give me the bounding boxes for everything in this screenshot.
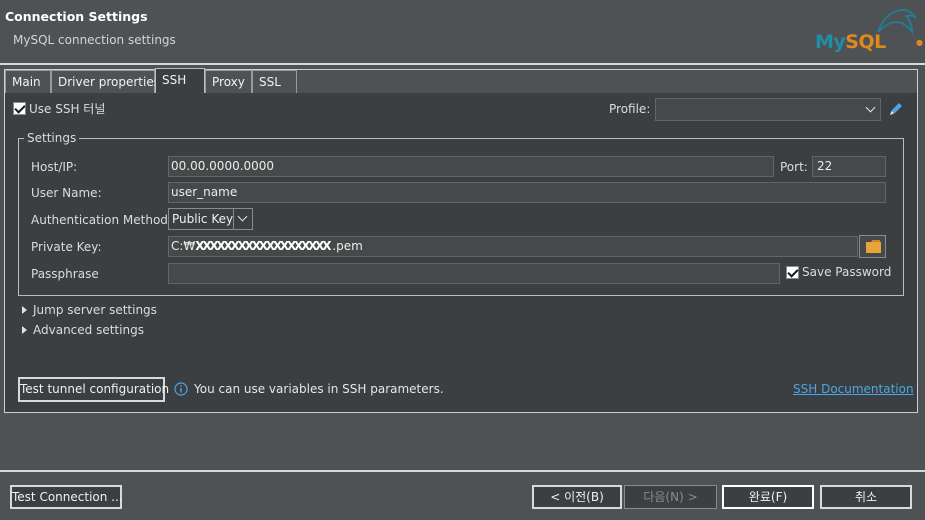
footer-separator bbox=[0, 470, 925, 472]
mysql-logo: MySQL ● bbox=[812, 2, 923, 58]
finish-button[interactable]: 완료(F) bbox=[722, 485, 814, 509]
user-name-label: User Name: bbox=[31, 186, 102, 200]
use-ssh-tunnel-label: Use SSH 터널 bbox=[29, 102, 106, 116]
pencil-icon[interactable] bbox=[888, 101, 904, 117]
logo-dot: ● bbox=[916, 38, 923, 47]
host-label: Host/IP: bbox=[31, 160, 78, 174]
private-key-prefix: C:₩ bbox=[171, 239, 196, 253]
tab-bar: Main Driver properties SSH Proxy SSL bbox=[5, 68, 917, 93]
logo-text-my: My bbox=[815, 31, 846, 53]
profile-select[interactable] bbox=[655, 98, 881, 121]
use-ssh-tunnel-checkbox[interactable] bbox=[13, 102, 26, 115]
tab-ssl[interactable]: SSL bbox=[252, 70, 297, 93]
logo-text-sql: SQL bbox=[845, 31, 886, 53]
passphrase-label: Passphrase bbox=[31, 267, 99, 281]
info-text: You can use variables in SSH parameters. bbox=[194, 382, 444, 396]
private-key-input[interactable]: C:₩XXXXXXXXXXXXXXXXXXX .pem bbox=[168, 236, 858, 257]
tab-main[interactable]: Main bbox=[5, 70, 51, 93]
next-button[interactable]: 다음(N) > bbox=[624, 485, 717, 509]
port-label: Port: bbox=[780, 160, 808, 174]
private-key-redacted: XXXXXXXXXXXXXXXXXXX bbox=[195, 239, 331, 253]
folder-icon bbox=[866, 240, 881, 253]
ssh-documentation-link[interactable]: SSH Documentation bbox=[793, 382, 914, 396]
profile-label: Profile: bbox=[609, 102, 651, 116]
auth-method-select[interactable]: Public Key bbox=[168, 208, 253, 230]
tab-proxy[interactable]: Proxy bbox=[205, 70, 252, 93]
host-input[interactable]: 00.00.0000.0000 bbox=[168, 156, 774, 177]
auth-method-value: Public Key bbox=[172, 212, 234, 226]
jump-server-settings-toggle[interactable]: Jump server settings bbox=[33, 303, 157, 317]
combo-divider bbox=[233, 209, 234, 229]
tab-ssh[interactable]: SSH bbox=[155, 68, 205, 93]
private-key-label: Private Key: bbox=[31, 240, 102, 254]
advanced-settings-toggle[interactable]: Advanced settings bbox=[33, 323, 144, 337]
chevron-down-icon bbox=[237, 211, 248, 222]
browse-key-button[interactable] bbox=[859, 235, 886, 258]
tab-driver-properties[interactable]: Driver properties bbox=[51, 70, 160, 93]
header-separator bbox=[0, 63, 925, 65]
test-tunnel-button[interactable]: Test tunnel configuration bbox=[18, 377, 169, 402]
cancel-button[interactable]: 취소 bbox=[820, 485, 912, 509]
expand-arrow-icon[interactable] bbox=[22, 306, 27, 314]
profile-dropdown-button[interactable] bbox=[862, 99, 880, 120]
chevron-down-icon bbox=[865, 102, 876, 113]
expand-arrow-icon[interactable] bbox=[22, 326, 27, 334]
passphrase-input[interactable] bbox=[168, 263, 780, 284]
auth-method-label: Authentication Method: bbox=[31, 213, 172, 227]
settings-legend: Settings bbox=[24, 131, 80, 145]
dialog-subtitle: MySQL connection settings bbox=[13, 33, 176, 47]
user-name-input[interactable]: user_name bbox=[168, 182, 886, 203]
dialog-title: Connection Settings bbox=[5, 9, 148, 24]
save-password-label: Save Password bbox=[802, 265, 892, 279]
back-button[interactable]: < 이전(B) bbox=[532, 485, 622, 509]
test-connection-button[interactable]: Test Connection ... bbox=[10, 485, 123, 509]
port-input[interactable]: 22 bbox=[812, 156, 886, 177]
private-key-suffix: .pem bbox=[332, 239, 363, 253]
save-password-checkbox[interactable] bbox=[786, 266, 799, 279]
info-icon bbox=[174, 382, 188, 396]
